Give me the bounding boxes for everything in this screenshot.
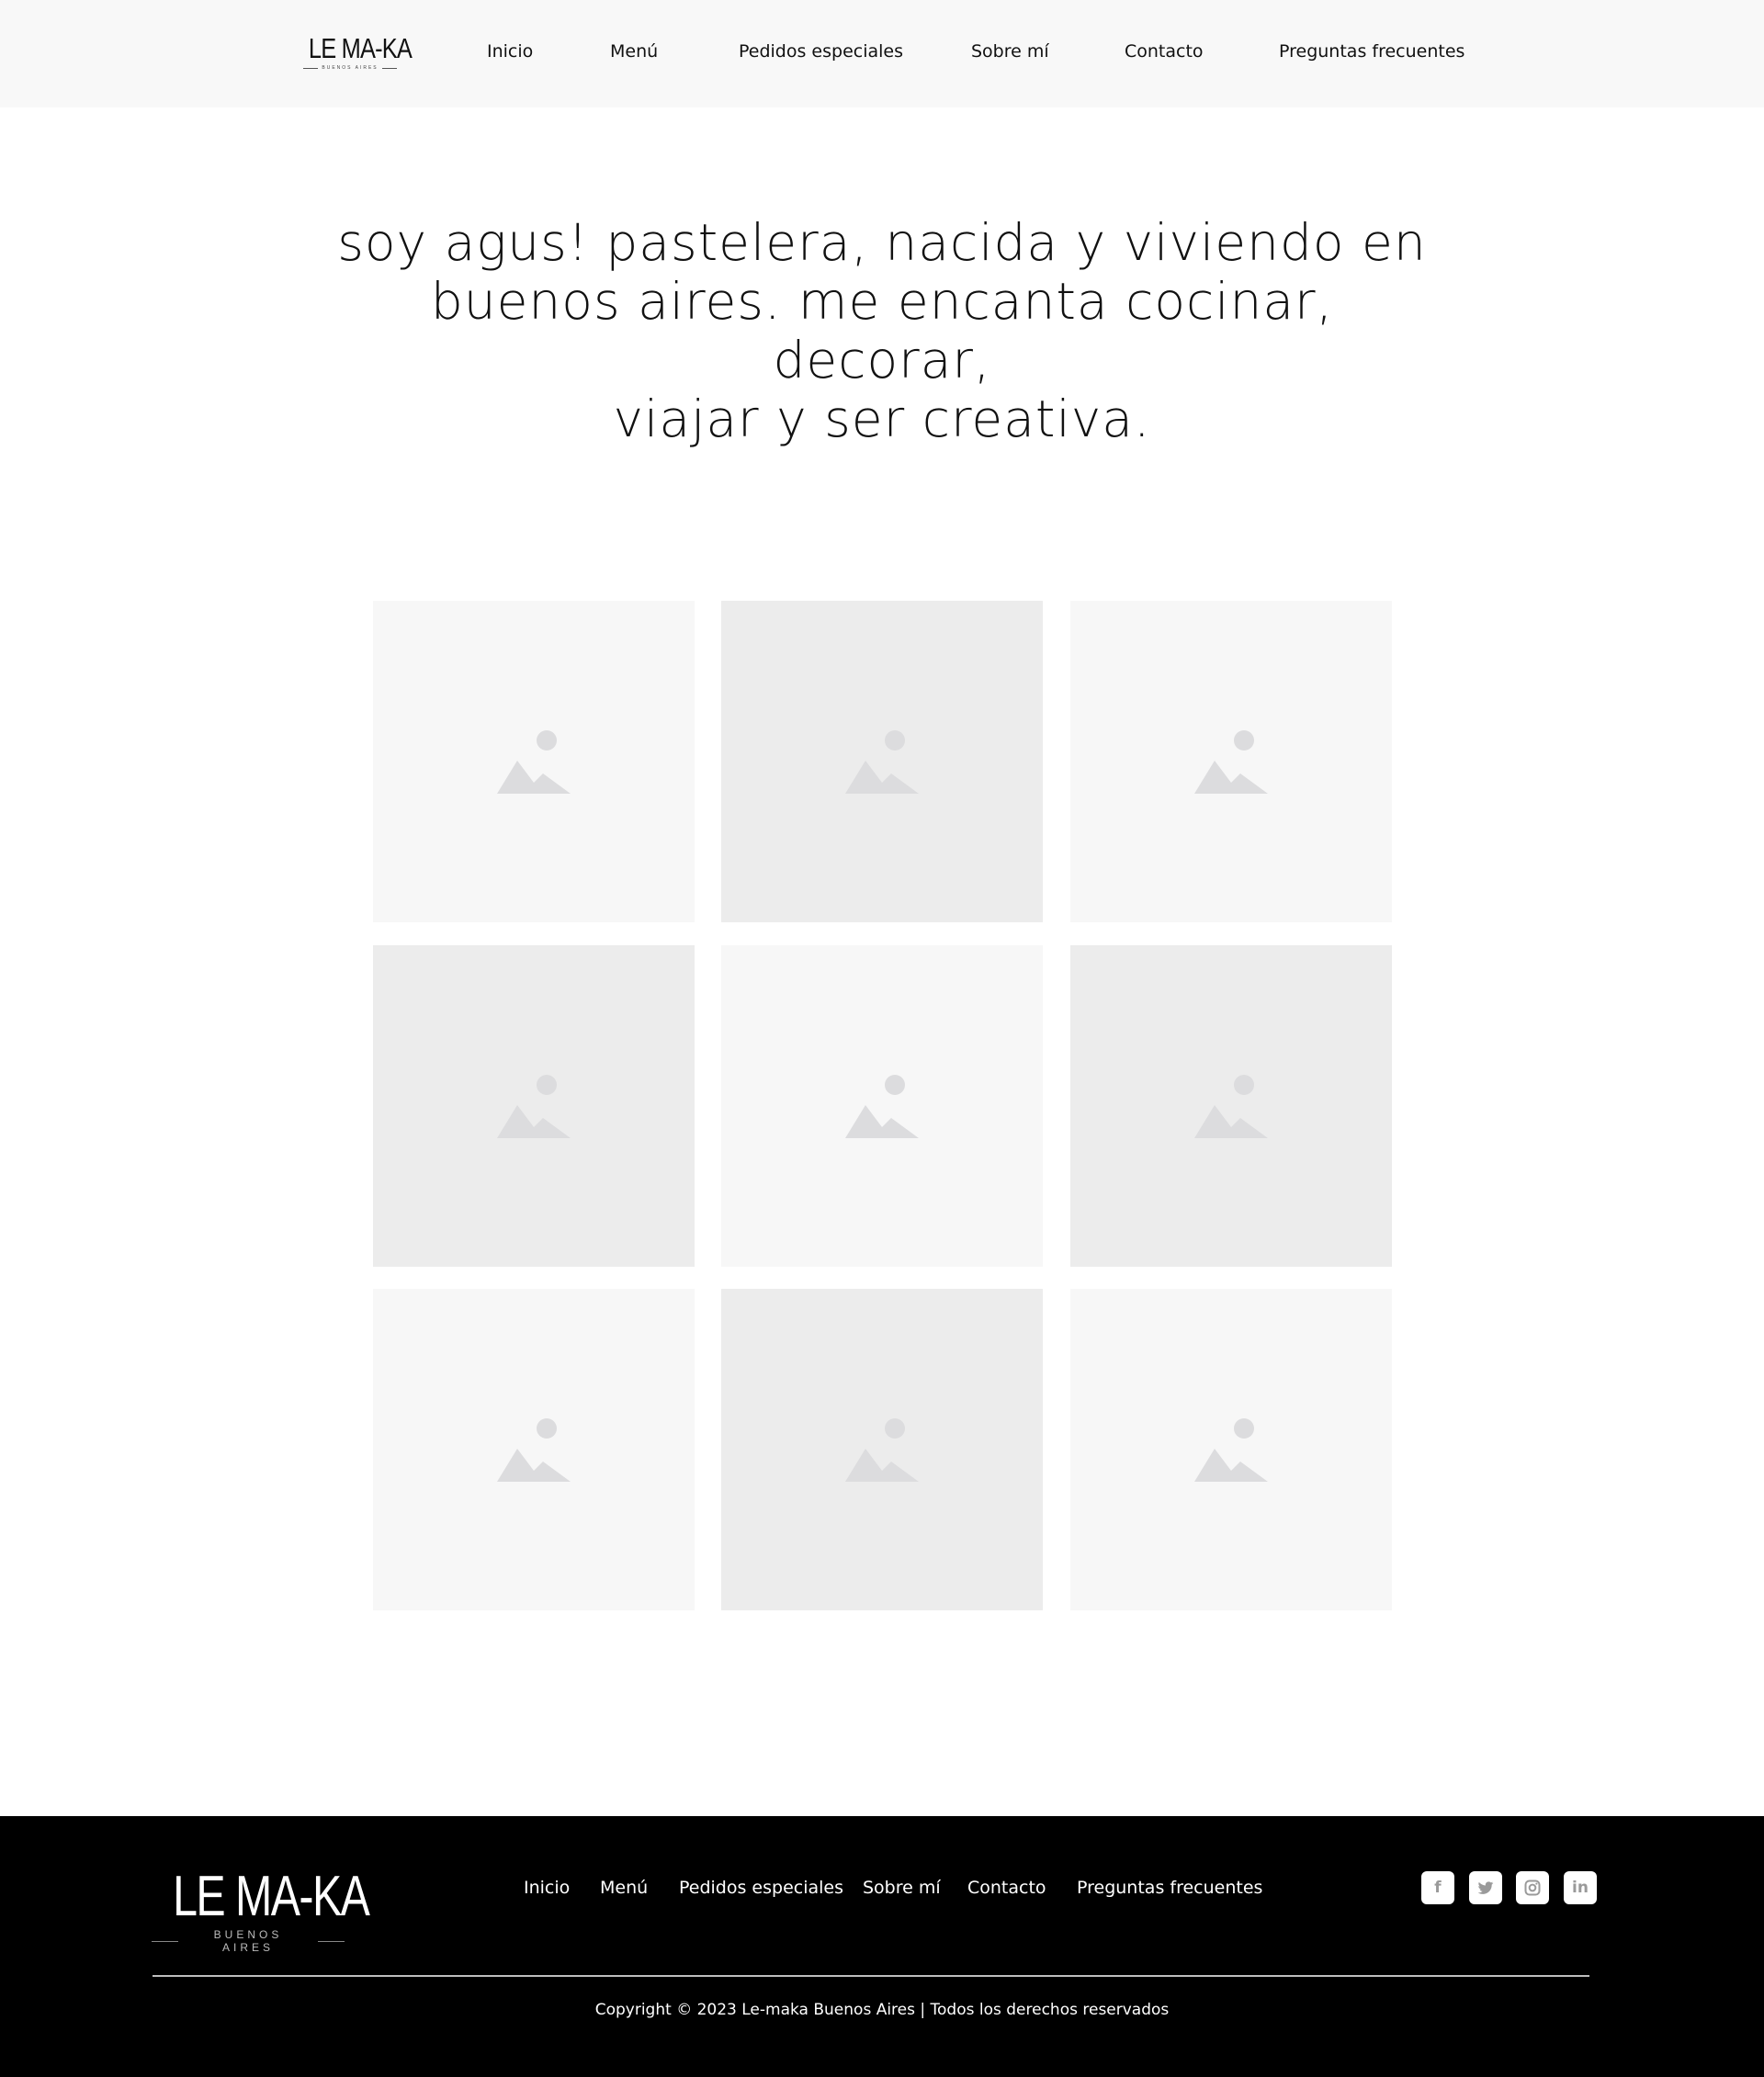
gallery-tile[interactable] <box>1070 1289 1392 1610</box>
footer-nav-preguntas-frecuentes[interactable]: Preguntas frecuentes <box>1077 1878 1262 1898</box>
twitter-link[interactable] <box>1469 1871 1502 1904</box>
gallery-tile[interactable] <box>721 945 1043 1267</box>
footer-logo-subtext: BUENOS AIRES <box>213 1928 283 1954</box>
footer-nav-sobre-mi[interactable]: Sobre mí <box>863 1878 941 1898</box>
gallery-tile[interactable] <box>373 945 695 1267</box>
image-placeholder-icon <box>845 1075 919 1138</box>
twitter-icon <box>1477 1881 1494 1894</box>
footer-logo[interactable]: LE MA-KA BUENOS AIRES <box>152 1865 370 1954</box>
about-line-2: buenos aires. me encanta cocinar, decora… <box>430 272 1334 389</box>
image-placeholder-icon <box>1194 1418 1268 1482</box>
image-placeholder-icon <box>845 730 919 794</box>
facebook-icon: f <box>1434 1878 1442 1897</box>
image-placeholder-icon <box>497 1418 571 1482</box>
linkedin-link[interactable]: in <box>1564 1871 1597 1904</box>
footer-divider <box>153 1975 1589 1977</box>
logo-rule-right <box>381 67 397 69</box>
instagram-link[interactable] <box>1516 1871 1549 1904</box>
facebook-link[interactable]: f <box>1421 1871 1454 1904</box>
gallery-tile[interactable] <box>373 601 695 922</box>
image-placeholder-icon <box>1194 1075 1268 1138</box>
nav-pedidos-especiales[interactable]: Pedidos especiales <box>739 41 903 62</box>
footer-nav-inicio[interactable]: Inicio <box>524 1878 570 1898</box>
header-logo[interactable]: LE MA-KA BUENOS AIRES <box>300 32 413 73</box>
nav-sobre-mi[interactable]: Sobre mí <box>971 41 1049 62</box>
site-header: LE MA-KA BUENOS AIRES Inicio Menú Pedido… <box>0 0 1764 107</box>
nav-preguntas-frecuentes[interactable]: Preguntas frecuentes <box>1279 41 1464 62</box>
gallery-tile[interactable] <box>1070 945 1392 1267</box>
gallery-tile[interactable] <box>373 1289 695 1610</box>
header-logo-text: LE MA-KA <box>308 32 413 64</box>
image-placeholder-icon <box>1194 730 1268 794</box>
footer-nav-pedidos-especiales[interactable]: Pedidos especiales <box>679 1878 843 1898</box>
gallery-tile[interactable] <box>721 601 1043 922</box>
logo-rule-left <box>152 1940 179 1942</box>
footer-logo-text: LE MA-KA <box>173 1865 370 1928</box>
footer-logo-subline: BUENOS AIRES <box>152 1928 345 1954</box>
nav-contacto[interactable]: Contacto <box>1125 41 1204 62</box>
header-logo-subline: BUENOS AIRES <box>300 65 401 71</box>
copyright-text: Copyright © 2023 Le-maka Buenos Aires | … <box>594 2001 1170 2019</box>
footer-nav-menu[interactable]: Menú <box>600 1878 648 1898</box>
logo-rule-left <box>303 67 319 69</box>
gallery-tile[interactable] <box>721 1289 1043 1610</box>
logo-rule-right <box>317 1940 345 1942</box>
about-line-1: soy agus! pastelera, nacida y viviendo e… <box>337 213 1427 272</box>
footer-nav-contacto[interactable]: Contacto <box>967 1878 1046 1898</box>
gallery-tile[interactable] <box>1070 601 1392 922</box>
image-placeholder-icon <box>497 730 571 794</box>
about-line-3: viajar y ser creativa. <box>613 389 1151 448</box>
site-footer: LE MA-KA BUENOS AIRES <box>0 1816 1764 2077</box>
image-placeholder-icon <box>497 1075 571 1138</box>
linkedin-icon: in <box>1572 1878 1589 1897</box>
image-placeholder-icon <box>845 1418 919 1482</box>
header-logo-subtext: BUENOS AIRES <box>322 65 379 71</box>
nav-inicio[interactable]: Inicio <box>487 41 533 62</box>
nav-menu[interactable]: Menú <box>610 41 658 62</box>
about-intro-text: soy agus! pastelera, nacida y viviendo e… <box>331 213 1433 448</box>
instagram-icon <box>1524 1879 1541 1896</box>
